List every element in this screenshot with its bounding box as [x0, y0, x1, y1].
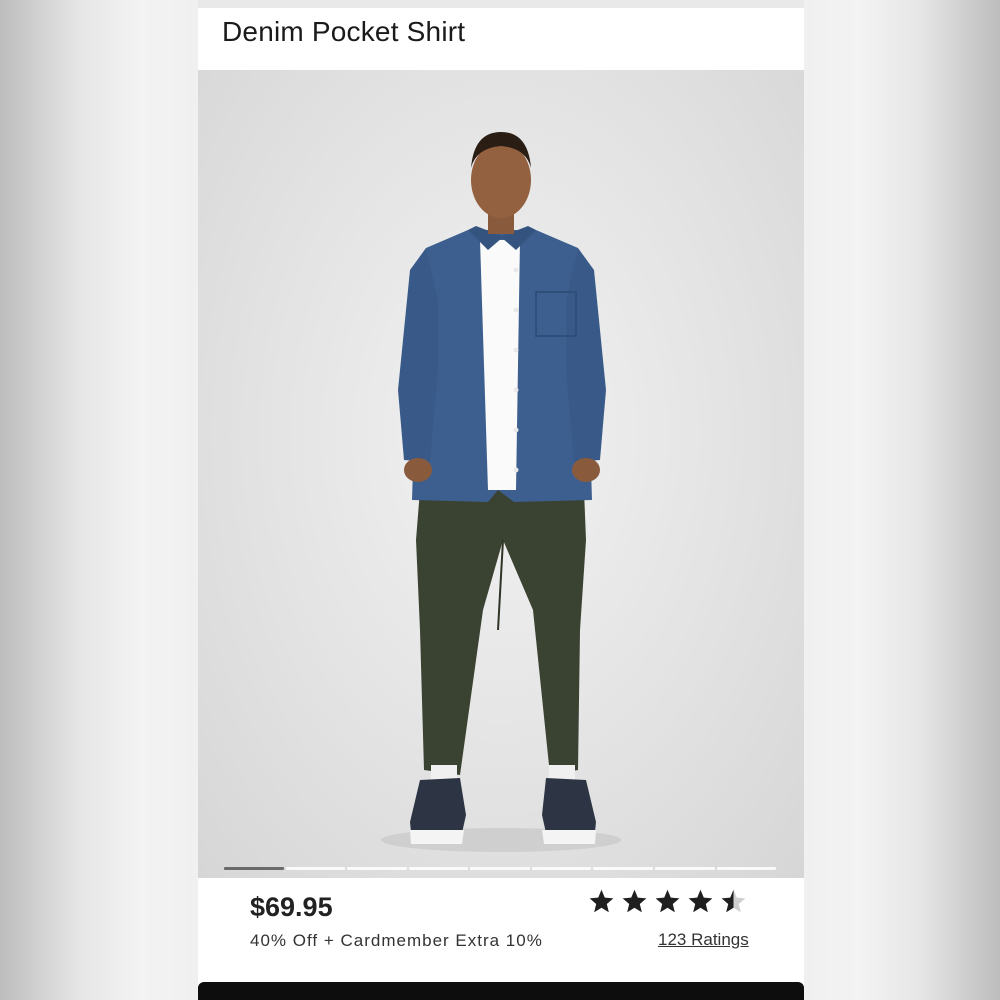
carousel-dot[interactable]	[470, 867, 530, 870]
title-bar: Denim Pocket Shirt	[198, 8, 804, 70]
carousel-dot[interactable]	[285, 867, 346, 870]
bottom-bar	[198, 982, 804, 1000]
product-card: Denim Pocket Shirt $69.95 40% Off + Card…	[198, 8, 804, 1000]
star-icon	[589, 889, 614, 913]
carousel-dot[interactable]	[408, 867, 469, 870]
head	[471, 142, 531, 218]
right-sleeve	[566, 248, 606, 462]
carousel-dot[interactable]	[593, 867, 653, 870]
star-rating	[588, 888, 747, 915]
left-sleeve	[398, 248, 438, 462]
carousel-dot[interactable]	[654, 867, 715, 870]
carousel-dot[interactable]	[716, 867, 777, 870]
carousel-dot[interactable]	[224, 867, 284, 870]
product-info: $69.95 40% Off + Cardmember Extra 10% 12…	[198, 878, 804, 982]
carousel-indicator[interactable]	[224, 867, 777, 871]
carousel-dot[interactable]	[531, 867, 592, 870]
promo-text: 40% Off + Cardmember Extra 10%	[250, 931, 543, 950]
star-half-icon	[721, 889, 746, 913]
ratings-link[interactable]: 123 Ratings	[658, 930, 749, 950]
carousel-dot[interactable]	[347, 867, 407, 870]
product-image[interactable]	[198, 70, 804, 878]
star-icon	[655, 889, 680, 913]
star-icon	[622, 889, 647, 913]
model-photo	[381, 132, 621, 852]
left-hand	[404, 458, 432, 482]
price: $69.95	[250, 892, 333, 922]
top-strip	[198, 0, 804, 8]
right-hand	[572, 458, 600, 482]
product-title: Denim Pocket Shirt	[222, 16, 466, 47]
star-icon	[688, 889, 713, 913]
pants	[416, 465, 586, 775]
